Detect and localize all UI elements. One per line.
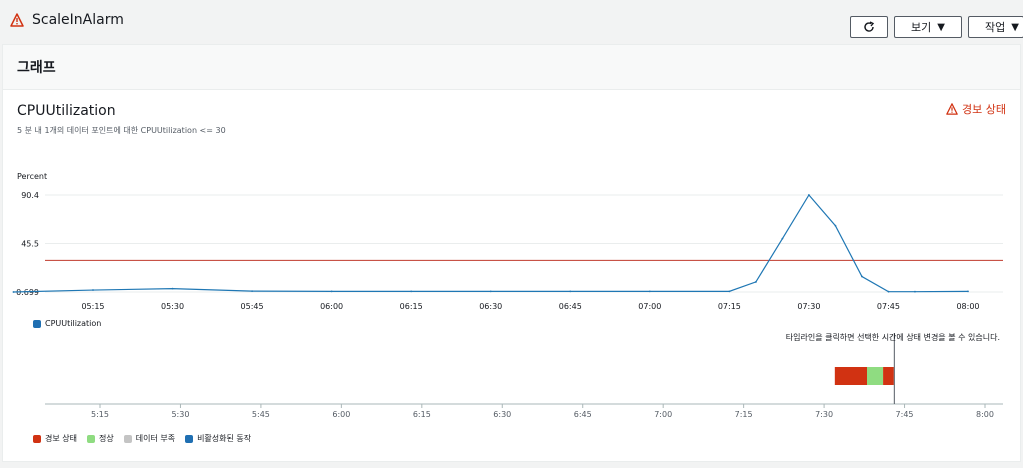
legend-label: 정상 xyxy=(98,434,114,443)
data-point xyxy=(754,281,757,283)
data-point xyxy=(489,290,492,293)
data-point xyxy=(728,290,731,293)
legend-label: 경보 상태 xyxy=(45,434,77,443)
x-tick-label: 08:00 xyxy=(956,302,979,311)
data-point xyxy=(12,291,15,293)
legend-swatch xyxy=(185,434,194,443)
data-point xyxy=(834,224,837,227)
refresh-icon xyxy=(864,21,875,32)
view-label: 보기 xyxy=(911,21,932,34)
view-button[interactable]: 보기 ▼ xyxy=(894,16,962,38)
x-tick-label: 06:45 xyxy=(559,302,582,311)
title-wrap: ScaleInAlarm xyxy=(10,12,124,28)
timeline-legend: 경보 상태 정상 데이터 부족 비활성화된 동작 xyxy=(33,433,251,444)
data-point xyxy=(251,290,253,293)
data-point xyxy=(171,287,174,290)
x-tick-label: 07:45 xyxy=(877,302,900,311)
timeline-tick-label: 7:15 xyxy=(735,410,753,419)
y-tick-label: 90.4 xyxy=(21,191,39,200)
legend-swatch xyxy=(123,434,132,443)
top-bar: ScaleInAlarm 보기 ▼ 작업 ▼ xyxy=(0,0,1023,44)
timeline-tick-label: 7:30 xyxy=(815,410,833,419)
timeline-segment-alarm xyxy=(834,367,867,385)
caret-down-icon: ▼ xyxy=(937,21,945,33)
data-point xyxy=(887,290,890,293)
chart-legend: CPUUtilization xyxy=(33,319,101,328)
data-point xyxy=(861,275,863,278)
timeline-tick-label: 6:00 xyxy=(332,410,350,419)
timeline-legend-item: 데이터 부족 xyxy=(123,433,176,444)
timeline-tick-label: 7:00 xyxy=(654,410,672,419)
x-tick-label: 05:15 xyxy=(81,302,104,311)
timeline-legend-item: 경보 상태 xyxy=(33,433,77,444)
timeline-legend-item: 비활성화된 동작 xyxy=(185,433,251,444)
timeline-tick-label: 8:00 xyxy=(976,410,994,419)
legend-swatch xyxy=(86,434,95,443)
x-tick-label: 06:00 xyxy=(320,302,343,311)
legend-swatch xyxy=(33,319,41,328)
actions-button[interactable]: 작업 ▼ xyxy=(968,16,1023,38)
x-tick-label: 07:15 xyxy=(718,302,741,311)
timeline-legend-item: 정상 xyxy=(86,433,114,444)
y-tick-label: 45.5 xyxy=(21,240,39,249)
warning-icon xyxy=(10,13,24,27)
y-axis-label: Percent xyxy=(17,172,47,181)
timeline-segment-alarm xyxy=(883,367,894,385)
data-point xyxy=(92,289,94,291)
data-point xyxy=(914,290,916,293)
data-point xyxy=(808,194,810,196)
data-point xyxy=(410,290,413,293)
x-tick-label: 06:15 xyxy=(400,302,423,311)
graph-panel: 그래프 CPUUtilization 5 분 내 1개의 데이터 포인트에 대한… xyxy=(2,44,1021,462)
x-tick-label: 07:30 xyxy=(797,302,820,311)
timeline-tick-label: 6:45 xyxy=(574,410,592,419)
legend-label: CPUUtilization xyxy=(45,319,102,328)
data-point xyxy=(648,290,651,293)
x-tick-label: 07:00 xyxy=(638,302,661,311)
timeline-tick-label: 5:30 xyxy=(171,410,189,419)
timeline-tick-label: 7:45 xyxy=(896,410,914,419)
data-point xyxy=(330,290,333,293)
page-title: ScaleInAlarm xyxy=(32,12,124,28)
data-point xyxy=(569,290,572,293)
data-point xyxy=(967,290,969,293)
x-tick-label: 05:30 xyxy=(161,302,184,311)
x-tick-label: 05:45 xyxy=(241,302,264,311)
data-point xyxy=(781,237,784,240)
refresh-button[interactable] xyxy=(850,16,888,38)
legend-swatch xyxy=(33,434,41,443)
actions-label: 작업 xyxy=(985,21,1006,34)
timeline-hint: 타임라인을 클릭하면 선택한 시간에 상태 변경을 볼 수 있습니다. xyxy=(785,333,1000,342)
legend-label: 비활성화된 동작 xyxy=(197,434,252,443)
timeline-tick-label: 5:15 xyxy=(91,410,109,419)
cpu-chart[interactable]: Percent 90.4 45.5 0.699 05:15 05:30 05:45 06:00… xyxy=(3,45,1020,461)
timeline-tick-label: 6:30 xyxy=(493,410,511,419)
y-tick-label: 0.699 xyxy=(16,288,39,297)
timeline-segment-ok xyxy=(867,367,884,385)
caret-down-icon: ▼ xyxy=(1011,21,1019,33)
legend-label: 데이터 부족 xyxy=(135,434,176,443)
x-tick-label: 06:30 xyxy=(479,302,502,311)
timeline-tick-label: 6:15 xyxy=(413,410,431,419)
timeline-tick-label: 5:45 xyxy=(252,410,270,419)
